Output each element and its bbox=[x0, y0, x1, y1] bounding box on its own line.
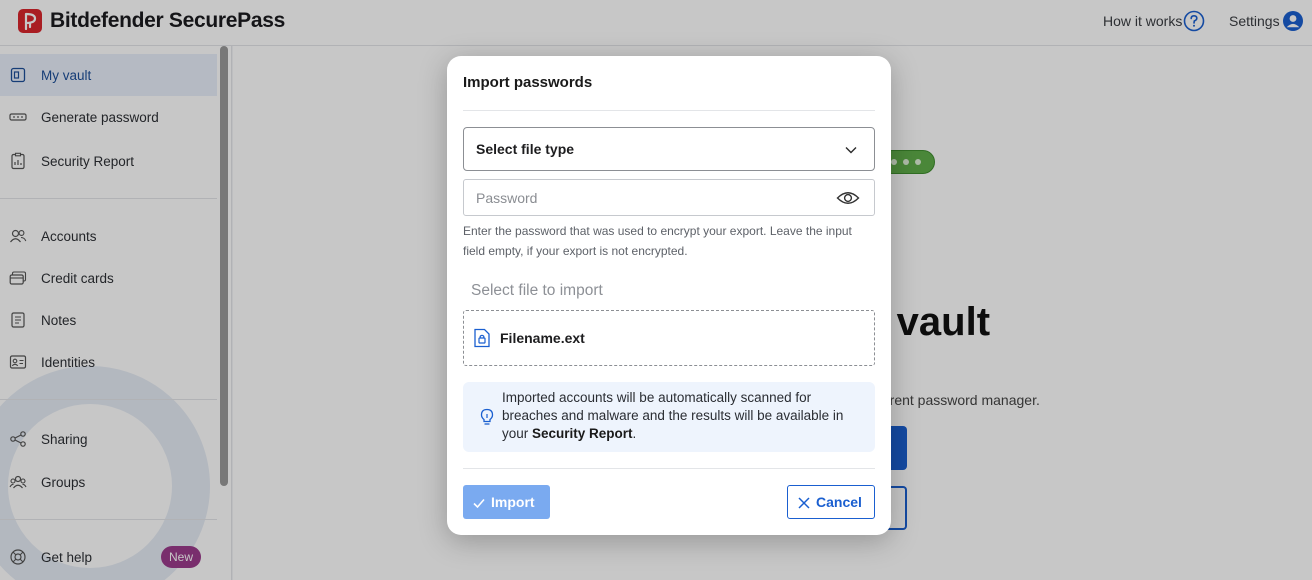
checkmark-icon bbox=[473, 496, 485, 509]
security-report-link-text: Security Report bbox=[532, 426, 633, 441]
cancel-button[interactable]: Cancel bbox=[787, 485, 875, 519]
lightbulb-icon bbox=[480, 408, 494, 426]
file-section-label: Select file to import bbox=[471, 282, 603, 299]
dialog-title: Import passwords bbox=[463, 74, 593, 91]
password-hint: Enter the password that was used to encr… bbox=[463, 224, 852, 258]
locked-file-icon bbox=[473, 328, 491, 348]
info-text-end: . bbox=[632, 426, 637, 441]
dialog-divider bbox=[463, 110, 875, 111]
import-button-label: Import bbox=[491, 494, 535, 510]
chevron-down-icon bbox=[844, 142, 858, 156]
cancel-button-label: Cancel bbox=[816, 494, 862, 510]
import-button[interactable]: Import bbox=[463, 485, 550, 519]
info-banner: Imported accounts will be automatically … bbox=[463, 382, 875, 452]
file-type-select-value: Select file type bbox=[476, 141, 575, 157]
info-text: Imported accounts will be automatically … bbox=[502, 389, 852, 443]
import-passwords-dialog: Import passwords Select file type Enter … bbox=[447, 56, 891, 535]
password-input[interactable] bbox=[476, 188, 816, 208]
eye-icon[interactable] bbox=[836, 189, 860, 207]
dialog-footer-divider bbox=[463, 468, 875, 469]
password-field[interactable] bbox=[463, 179, 875, 216]
file-name: Filename.ext bbox=[500, 330, 585, 346]
close-icon bbox=[798, 496, 810, 509]
file-type-select[interactable]: Select file type bbox=[463, 127, 875, 171]
file-drop-zone[interactable]: Filename.ext bbox=[463, 310, 875, 366]
